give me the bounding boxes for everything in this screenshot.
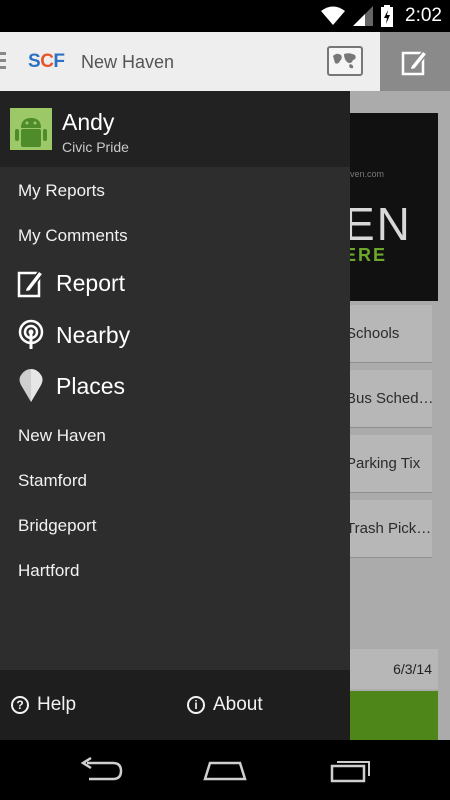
about-label: About: [213, 694, 263, 715]
map-button[interactable]: [327, 46, 363, 76]
status-bar: 2:02: [0, 0, 450, 32]
help-button[interactable]: ? Help: [11, 694, 76, 716]
green-action-bar[interactable]: [340, 691, 438, 740]
drawer-item-places[interactable]: Places: [16, 369, 125, 403]
about-button[interactable]: i About: [187, 694, 263, 716]
profile-header[interactable]: Andy Civic Pride: [0, 91, 350, 167]
drawer-item-report-label: Report: [56, 269, 126, 296]
battery-icon: [381, 5, 394, 27]
report-icon: [16, 266, 46, 300]
news-card-date[interactable]: 6/3/14: [340, 649, 438, 689]
home-icon: [203, 761, 247, 781]
drawer-item-nearby[interactable]: Nearby: [16, 318, 130, 352]
drawer-item-stamford[interactable]: Stamford: [18, 471, 87, 491]
help-icon: ?: [11, 696, 29, 714]
banner-url: ven.com: [350, 169, 385, 179]
back-icon: [80, 757, 123, 781]
tile-schools[interactable]: Schools: [340, 305, 432, 363]
drawer-item-bridgeport[interactable]: Bridgeport: [18, 516, 96, 536]
drawer-item-hartford[interactable]: Hartford: [18, 561, 79, 581]
drawer-item-nearby-label: Nearby: [56, 321, 131, 348]
avatar: [10, 108, 52, 150]
help-label: Help: [37, 694, 77, 715]
promo-banner[interactable]: ven.com EN ERE: [344, 113, 438, 301]
compose-button[interactable]: [380, 32, 450, 91]
app-logo[interactable]: SCF: [28, 51, 65, 73]
drawer-item-my-reports[interactable]: My Reports: [18, 181, 105, 201]
drawer-item-new-haven[interactable]: New Haven: [18, 426, 106, 446]
tile-bus-schedule[interactable]: Bus Sched…: [340, 370, 432, 428]
android-avatar-icon: [10, 108, 52, 150]
action-bar: SCF New Haven: [0, 32, 450, 91]
tile-trash-pickup[interactable]: Trash Pick…: [340, 500, 432, 558]
drawer-item-my-comments[interactable]: My Comments: [18, 226, 128, 246]
home-button[interactable]: [200, 755, 250, 785]
info-icon: i: [187, 696, 205, 714]
banner-subline: ERE: [344, 245, 388, 265]
tile-parking-tix[interactable]: Parking Tix: [340, 435, 432, 493]
recents-icon: [330, 761, 370, 783]
profile-subtitle: Civic Pride: [62, 139, 129, 155]
system-nav-bar: [0, 740, 450, 800]
recents-button[interactable]: [326, 755, 376, 785]
nearby-icon: [16, 318, 46, 352]
banner-headline: EN: [344, 198, 412, 250]
back-button[interactable]: [75, 755, 125, 785]
map-icon: [333, 53, 356, 69]
drawer-item-places-label: Places: [56, 372, 126, 399]
wifi-icon: [321, 6, 346, 25]
drawer-toggle-icon[interactable]: [0, 52, 6, 73]
places-icon: [16, 369, 46, 403]
status-time: 2:02: [405, 5, 442, 26]
navigation-drawer: Andy Civic Pride My Reports My Comments …: [0, 91, 350, 740]
drawer-item-report[interactable]: Report: [16, 266, 125, 300]
signal-icon: [353, 6, 374, 26]
profile-name: Andy: [62, 109, 115, 135]
action-bar-title: New Haven: [81, 52, 175, 72]
drawer-footer: ? Help i About: [0, 670, 350, 740]
compose-icon: [401, 49, 429, 75]
